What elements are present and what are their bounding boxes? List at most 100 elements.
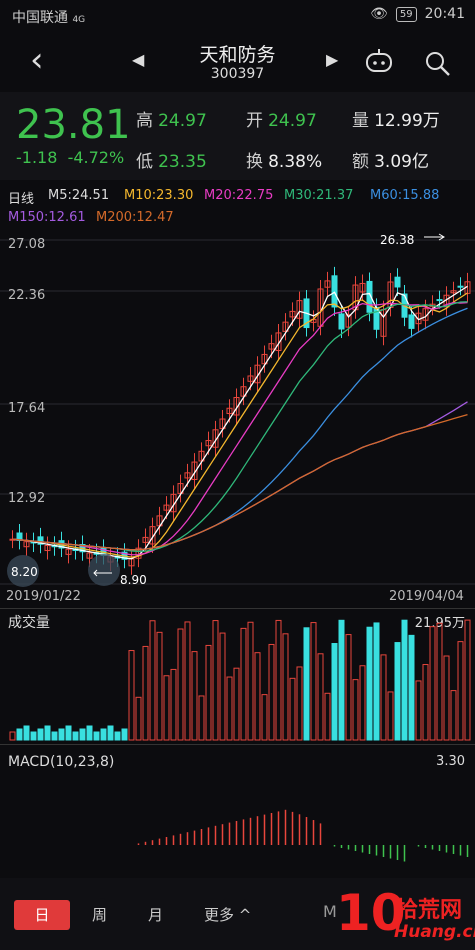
- volume-bar: [37, 728, 44, 741]
- volume-bar: [79, 728, 86, 741]
- status-right: 👁 59 20:41: [370, 6, 465, 22]
- volume-bar: [247, 621, 254, 741]
- kline-chart[interactable]: 27.08 22.36 17.64 12.92 26.38 8.20 8.90 …: [0, 228, 475, 608]
- ma-line: [12, 413, 468, 551]
- volume-bar: [464, 619, 471, 741]
- volume-bar: [30, 731, 37, 741]
- nav-bar: ‹ ◀ 天和防务 300397 ▶: [0, 30, 475, 92]
- turnover-field: 换 8.38%: [246, 152, 323, 172]
- status-bar: 中国联通 4G 👁 59 20:41: [0, 0, 475, 30]
- volume-bar: [289, 677, 296, 741]
- volume-bar: [86, 725, 93, 741]
- ma20-label: M20:22.75: [204, 188, 274, 203]
- ma-line: [12, 285, 468, 560]
- eye-icon: 👁: [370, 6, 388, 22]
- y-tick-3: 17.64: [8, 401, 45, 416]
- volume-bar: [268, 643, 275, 741]
- volume-bar: [352, 679, 359, 741]
- low-field: 低 23.35: [136, 152, 207, 172]
- volume-bar: [16, 728, 23, 741]
- tab-day[interactable]: 日: [14, 900, 70, 930]
- volume-bar: [177, 628, 184, 741]
- ma200-label: M200:12.47: [96, 210, 174, 225]
- price-change: -1.18 -4.72%: [16, 148, 125, 167]
- search-icon[interactable]: [424, 50, 452, 78]
- volume-bar: [303, 627, 310, 741]
- low-circle-marker[interactable]: [88, 554, 120, 586]
- volume-bar: [233, 667, 240, 741]
- volume-bar: [387, 691, 394, 741]
- volume-bar: [142, 645, 149, 741]
- stock-code: 300397: [210, 66, 265, 82]
- volume-bar: [394, 642, 401, 741]
- volume-bar: [23, 725, 30, 741]
- volume-bar: [65, 725, 72, 741]
- open-field: 开 24.97: [246, 111, 317, 131]
- volume-bar: [198, 695, 205, 741]
- volume-bar: [128, 650, 135, 741]
- next-stock-icon[interactable]: ▶: [326, 50, 338, 69]
- robot-icon[interactable]: [364, 48, 394, 74]
- volume-bar: [310, 622, 317, 741]
- volume-bar: [212, 620, 219, 741]
- period-label: 日线: [8, 192, 35, 207]
- candle-body: [331, 275, 338, 308]
- volume-bar: [44, 725, 51, 741]
- volume-bar: [317, 653, 324, 741]
- volume-bar: [254, 652, 261, 741]
- volume-bar: [429, 626, 436, 741]
- volume-bar: [58, 728, 65, 741]
- candle-body: [436, 299, 443, 302]
- watermark-url: Huang.cn: [394, 922, 475, 942]
- volume-bar: [170, 668, 177, 741]
- quote-panel: 23.81 -1.18 -4.72% 高 24.97 开 24.97 量 12.…: [0, 92, 475, 180]
- tab-more[interactable]: 更多 ^: [204, 904, 251, 925]
- low-mark-label: 8.90: [120, 573, 147, 587]
- clock: 20:41: [424, 6, 465, 22]
- volume-bar: [422, 664, 429, 741]
- volume-bar: [324, 692, 331, 741]
- volume-bar: [380, 654, 387, 741]
- volume-bar: [219, 632, 226, 741]
- volume-bar: [282, 633, 289, 741]
- candle-body: [408, 314, 415, 329]
- stock-name: 天和防务: [199, 44, 276, 66]
- volume-bar: [359, 665, 366, 741]
- ma-line: [12, 301, 468, 553]
- ma-line: [12, 301, 468, 556]
- volume-bar: [408, 634, 415, 741]
- volume-bar: [338, 619, 345, 741]
- tab-week[interactable]: 周: [92, 904, 107, 925]
- volume-bar: [191, 651, 198, 741]
- macd-chart[interactable]: [0, 745, 475, 877]
- volume-bar: [240, 627, 247, 741]
- ma30-label: M30:21.37: [284, 188, 354, 203]
- left-mark-label: 8.20: [11, 565, 38, 579]
- volume-bar: [401, 619, 408, 741]
- volume-bar: [114, 731, 121, 741]
- candle-body: [457, 285, 464, 288]
- chevron-up-icon: ^: [238, 906, 252, 924]
- volume-bar: [163, 675, 170, 741]
- volume-bar: [135, 696, 142, 741]
- watermark-logo: 10 拾荒网 Huang.cn: [334, 882, 475, 950]
- y-tick-4: 12.92: [8, 491, 45, 506]
- volume-bar: [296, 666, 303, 741]
- volume-bar: [156, 631, 163, 741]
- y-tick-2: 22.36: [8, 288, 45, 303]
- volume-bar: [100, 728, 107, 741]
- volume-bar: [366, 626, 373, 741]
- volume-bar: [415, 680, 422, 741]
- ma150-label: M150:12.61: [8, 210, 86, 225]
- ma-line: [12, 292, 468, 558]
- y-tick-top: 27.08: [8, 237, 45, 252]
- volume-chart[interactable]: [0, 600, 475, 742]
- tab-month[interactable]: 月: [148, 904, 163, 925]
- volume-bar: [331, 643, 338, 741]
- volume-bar: [345, 634, 352, 741]
- volume-bar: [275, 619, 282, 741]
- ma10-label: M10:23.30: [124, 188, 194, 203]
- volume-bar: [9, 731, 16, 741]
- volume-bar: [184, 621, 191, 741]
- volume-bar: [72, 731, 79, 741]
